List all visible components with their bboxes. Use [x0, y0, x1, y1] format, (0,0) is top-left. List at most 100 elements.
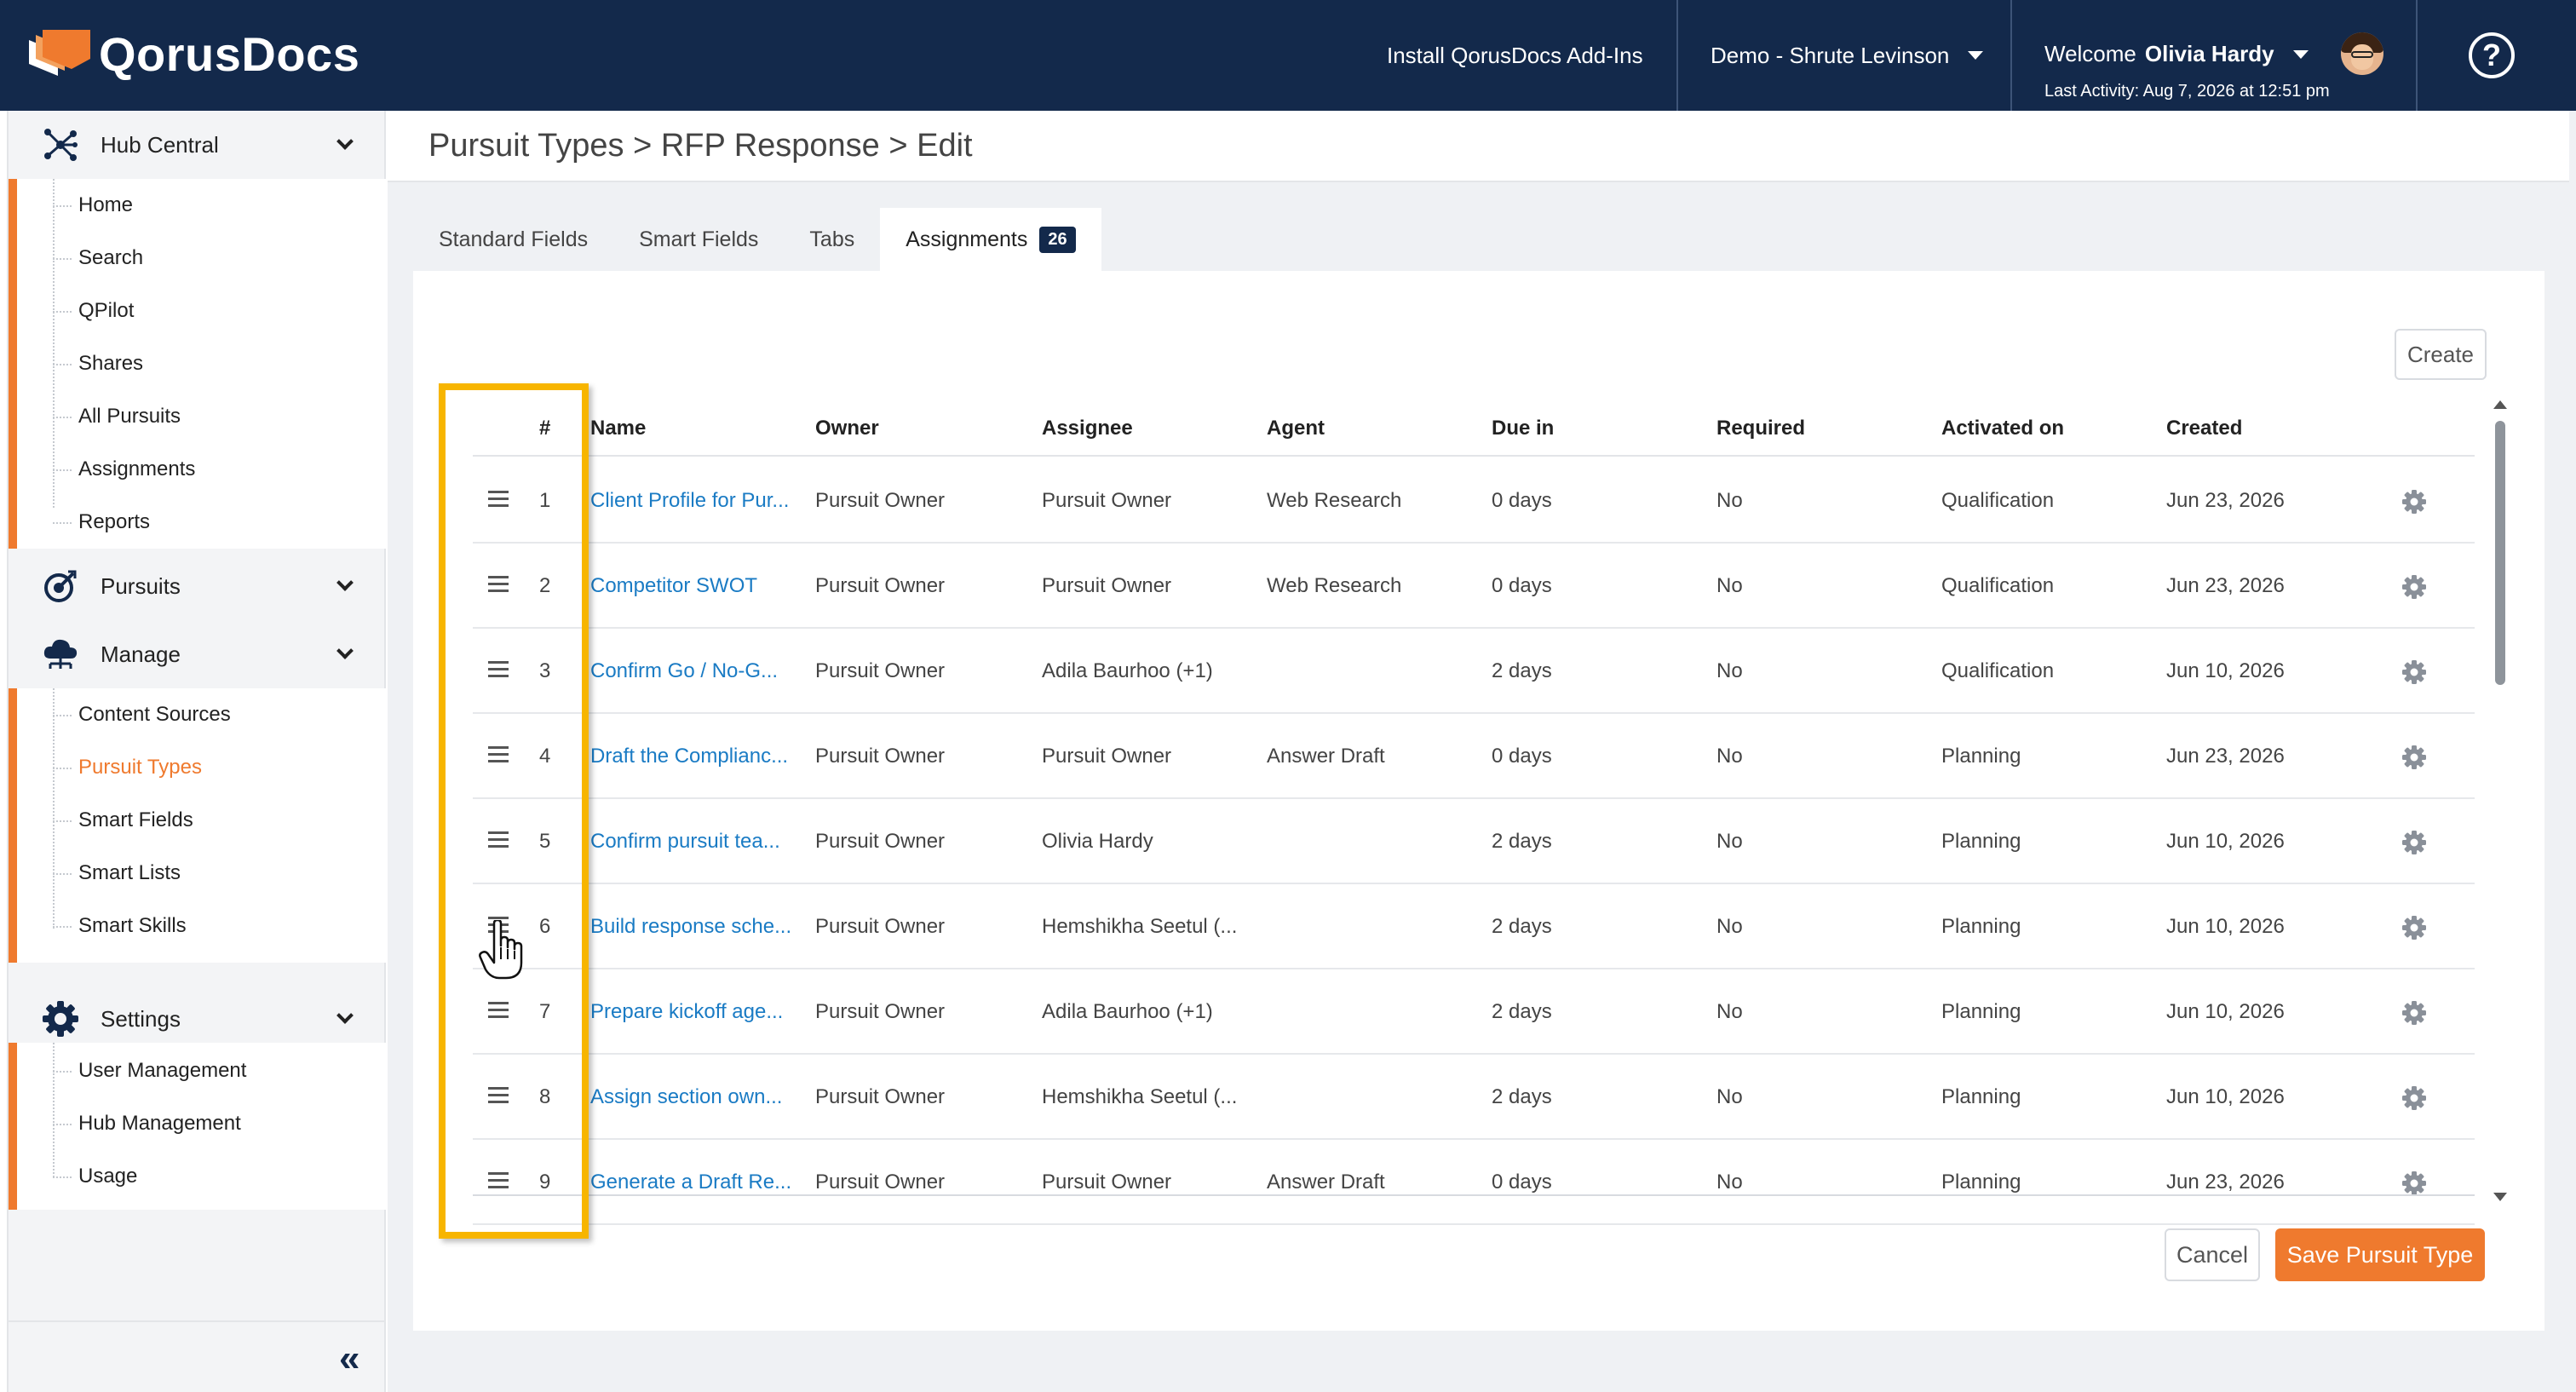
sidebar-item-label: Reports — [78, 510, 151, 533]
sidebar-item-hub-management[interactable]: Hub Management — [53, 1097, 241, 1150]
row-settings-gear-icon[interactable] — [2401, 1171, 2427, 1196]
sidebar-item-all-pursuits[interactable]: All Pursuits — [53, 390, 181, 443]
sidebar-group-hub-central[interactable]: Hub Central — [9, 111, 386, 179]
row-settings-gear-icon[interactable] — [2401, 1085, 2427, 1111]
due-in-cell: 0 days — [1492, 574, 1552, 597]
sidebar-group-pursuits[interactable]: Pursuits — [9, 552, 386, 620]
tab-standard-fields[interactable]: Standard Fields — [413, 208, 613, 271]
drag-handle-icon[interactable] — [488, 661, 509, 678]
column-header-required[interactable]: Required — [1716, 400, 1805, 457]
assignment-name-link[interactable]: Confirm Go / No-G... — [590, 629, 778, 714]
collapse-sidebar-icon[interactable]: « — [339, 1337, 359, 1380]
table-row[interactable]: 6 Build response sche... Pursuit Owner Hems… — [473, 884, 2475, 969]
owner-cell: Pursuit Owner — [815, 915, 946, 938]
required-cell: No — [1716, 745, 1743, 768]
save-pursuit-type-button[interactable]: Save Pursuit Type — [2275, 1228, 2485, 1281]
column-header-name[interactable]: Name — [590, 400, 646, 457]
table-row[interactable]: 1 Client Profile for Pur... Pursuit Owner P… — [473, 458, 2475, 544]
drag-handle-icon[interactable] — [488, 1172, 509, 1189]
sidebar-item-smart-fields[interactable]: Smart Fields — [53, 794, 193, 847]
assignment-name-link[interactable]: Competitor SWOT — [590, 544, 757, 629]
scroll-up-arrow-icon[interactable] — [2493, 400, 2507, 409]
sidebar-item-label: Hub Management — [78, 1112, 241, 1135]
drag-handle-icon[interactable] — [488, 576, 509, 593]
row-number: 1 — [539, 489, 551, 512]
qorusdocs-logo[interactable]: QorusDocs — [24, 24, 359, 83]
create-button[interactable]: Create — [2395, 329, 2487, 380]
tab-smart-fields[interactable]: Smart Fields — [613, 208, 784, 271]
caret-down-icon — [2292, 49, 2309, 59]
row-settings-gear-icon[interactable] — [2401, 574, 2427, 600]
sidebar-item-pursuit-types[interactable]: Pursuit Types — [53, 741, 202, 794]
tab-assignments[interactable]: Assignments 26 — [880, 208, 1101, 271]
assignment-name-link[interactable]: Client Profile for Pur... — [590, 458, 789, 544]
sidebar-group-label: Hub Central — [101, 131, 219, 158]
sidebar-group-label: Settings — [101, 1005, 181, 1032]
table-row[interactable]: 4 Draft the Complianc... Pursuit Owner Purs… — [473, 714, 2475, 799]
assignment-name-link[interactable]: Confirm pursuit tea... — [590, 799, 780, 884]
drag-handle-icon[interactable] — [488, 746, 509, 763]
sidebar-item-label: Smart Skills — [78, 914, 187, 937]
sidebar-item-home[interactable]: Home — [53, 179, 133, 232]
row-settings-gear-icon[interactable] — [2401, 489, 2427, 515]
welcome-prefix: Welcome — [2044, 41, 2136, 66]
table-row[interactable]: 9 Generate a Draft Re... Pursuit Owner Purs… — [473, 1140, 2475, 1225]
owner-cell: Pursuit Owner — [815, 830, 946, 853]
column-header-activated-on[interactable]: Activated on — [1941, 400, 2064, 457]
tab-label: Tabs — [809, 227, 855, 251]
table-row[interactable]: 8 Assign section own... Pursuit Owner Hemsh… — [473, 1055, 2475, 1140]
sidebar-item-search[interactable]: Search — [53, 232, 143, 285]
row-settings-gear-icon[interactable] — [2401, 659, 2427, 685]
sidebar-item-assignments[interactable]: Assignments — [53, 443, 195, 496]
sidebar-item-shares[interactable]: Shares — [53, 337, 143, 390]
column-header-created[interactable]: Created — [2166, 400, 2242, 457]
drag-handle-icon[interactable] — [488, 1087, 509, 1104]
scrollbar-thumb[interactable] — [2495, 421, 2505, 685]
sidebar-item-qpilot[interactable]: QPilot — [53, 285, 134, 337]
sidebar-item-content-sources[interactable]: Content Sources — [53, 688, 231, 741]
assignment-name-link[interactable]: Draft the Complianc... — [590, 714, 788, 799]
table-row[interactable]: 2 Competitor SWOT Pursuit Owner Pursuit Own… — [473, 544, 2475, 629]
assignment-name-link[interactable]: Assign section own... — [590, 1055, 782, 1140]
sidebar-item-reports[interactable]: Reports — [53, 496, 151, 549]
assignment-name-link[interactable]: Generate a Draft Re... — [590, 1140, 791, 1225]
avatar[interactable] — [2341, 32, 2383, 75]
drag-handle-icon[interactable] — [488, 1002, 509, 1019]
row-settings-gear-icon[interactable] — [2401, 915, 2427, 940]
sidebar-item-usage[interactable]: Usage — [53, 1150, 137, 1203]
table-row[interactable]: 7 Prepare kickoff age... Pursuit Owner Adil… — [473, 969, 2475, 1055]
table-row[interactable]: 3 Confirm Go / No-G... Pursuit Owner Adila … — [473, 629, 2475, 714]
sidebar-item-smart-lists[interactable]: Smart Lists — [53, 847, 181, 900]
drag-handle-icon[interactable] — [488, 831, 509, 848]
assignment-name-link[interactable]: Build response sche... — [590, 884, 791, 969]
assignment-name-link[interactable]: Prepare kickoff age... — [590, 969, 783, 1055]
scroll-down-arrow-icon[interactable] — [2493, 1193, 2507, 1201]
table-scrollbar[interactable] — [2493, 400, 2507, 1201]
column-header-agent[interactable]: Agent — [1267, 400, 1325, 457]
sidebar-group-manage[interactable]: Manage — [9, 620, 386, 688]
cancel-button[interactable]: Cancel — [2165, 1228, 2260, 1281]
owner-cell: Pursuit Owner — [815, 574, 946, 597]
column-header-assignee[interactable]: Assignee — [1042, 400, 1133, 457]
tab-tabs[interactable]: Tabs — [784, 208, 880, 271]
row-settings-gear-icon[interactable] — [2401, 1000, 2427, 1026]
user-menu[interactable]: Welcome Olivia Hardy — [2044, 41, 2309, 67]
column-header-owner[interactable]: Owner — [815, 400, 879, 457]
install-addins-link[interactable]: Install QorusDocs Add-Ins — [1387, 0, 1643, 111]
table-row[interactable]: 5 Confirm pursuit tea... Pursuit Owner Oliv… — [473, 799, 2475, 884]
sidebar-item-smart-skills[interactable]: Smart Skills — [53, 900, 187, 952]
drag-handle-icon[interactable] — [488, 491, 509, 508]
assignee-cell: Pursuit Owner — [1042, 1171, 1172, 1194]
created-cell: Jun 10, 2026 — [2166, 915, 2285, 938]
activated-on-cell: Planning — [1941, 915, 2021, 938]
column-header-due-in[interactable]: Due in — [1492, 400, 1554, 457]
owner-cell: Pursuit Owner — [815, 489, 946, 512]
assignee-cell: Pursuit Owner — [1042, 489, 1172, 512]
workspace-dropdown[interactable]: Demo - Shrute Levinson — [1711, 0, 1984, 111]
row-settings-gear-icon[interactable] — [2401, 745, 2427, 770]
help-icon[interactable]: ? — [2469, 32, 2515, 78]
owner-cell: Pursuit Owner — [815, 1171, 946, 1194]
sidebar-item-user-management[interactable]: User Management — [53, 1044, 246, 1097]
row-settings-gear-icon[interactable] — [2401, 830, 2427, 855]
activated-on-cell: Planning — [1941, 830, 2021, 853]
